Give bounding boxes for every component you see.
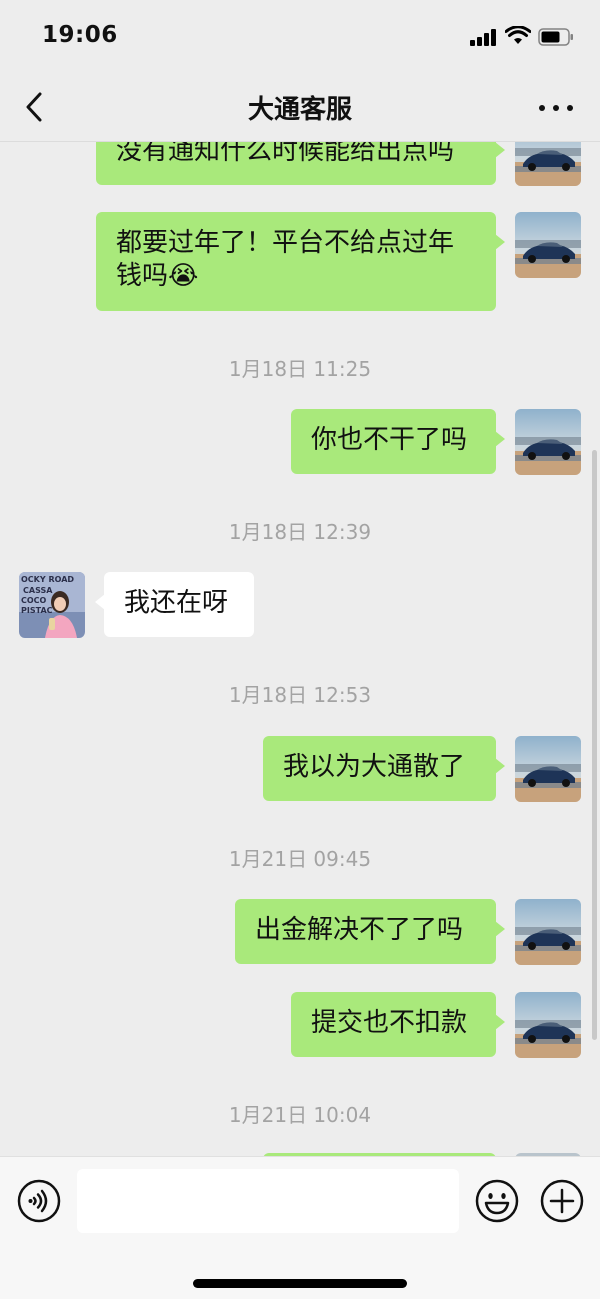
service-message-bubble[interactable]: 我还在呀 <box>95 572 254 637</box>
my-avatar[interactable] <box>515 992 581 1058</box>
my-message-bubble[interactable]: 都要过年了！平台不给点过年钱吗😭 <box>96 212 505 311</box>
my-avatar[interactable] <box>515 409 581 475</box>
my-message-bubble[interactable]: 没有通知什么时候能给出点吗 <box>96 142 505 185</box>
more-options-icon[interactable] <box>536 94 576 120</box>
status-bar: 19:06 <box>0 0 600 72</box>
battery-icon <box>538 28 573 46</box>
message-text: 你也不干了吗 <box>311 425 468 455</box>
nav-bar: 大通客服 <box>0 72 600 142</box>
input-bar <box>0 1156 600 1299</box>
message-input[interactable] <box>77 1169 459 1233</box>
service-avatar[interactable]: OCKY ROAD CASSA COCO PISTAC <box>19 572 85 638</box>
my-message-bubble[interactable]: 我以为大通散了 <box>263 736 505 801</box>
svg-text:COCO: COCO <box>21 596 47 605</box>
my-avatar[interactable] <box>515 899 581 965</box>
svg-text:PISTAC: PISTAC <box>21 606 53 615</box>
message-text: 没有通知什么时候能给出点吗 <box>116 142 455 166</box>
message-text: 我还在呀 <box>124 588 229 618</box>
my-message-bubble[interactable]: 你也不干了吗 <box>291 409 505 474</box>
home-indicator <box>193 1279 407 1288</box>
cellular-signal-icon <box>470 28 498 46</box>
svg-text:CASSA: CASSA <box>23 586 53 595</box>
status-time: 19:06 <box>42 22 118 48</box>
message-timestamp: 1月18日 11:25 <box>228 357 372 381</box>
add-attachment-icon[interactable] <box>540 1179 584 1223</box>
svg-text:OCKY ROAD: OCKY ROAD <box>21 575 74 584</box>
my-avatar[interactable] <box>515 212 581 278</box>
message-text: 出金解决不了了吗 <box>255 915 464 945</box>
message-timestamp: 1月18日 12:39 <box>228 520 372 544</box>
wifi-icon <box>505 26 531 44</box>
my-message-bubble[interactable]: 提交也不扣款 <box>291 992 505 1057</box>
my-message-bubble[interactable]: 出金解决不了了吗 <box>235 899 505 964</box>
emoji-icon[interactable] <box>475 1179 519 1223</box>
message-text: 都要过年了！平台不给点过年钱吗😭 <box>116 228 455 291</box>
message-timestamp: 1月21日 09:45 <box>228 847 372 871</box>
voice-input-icon[interactable] <box>17 1179 61 1223</box>
chat-area[interactable]: 没有通知什么时候能给出点吗 都要过年了！平台不给点过年钱吗😭 1月18日 11:… <box>0 142 600 1156</box>
chat-scrollbar[interactable] <box>592 450 597 1040</box>
my-avatar[interactable] <box>515 736 581 802</box>
message-timestamp: 1月21日 10:04 <box>228 1103 372 1127</box>
chat-title: 大通客服 <box>247 95 352 125</box>
message-text: 提交也不扣款 <box>311 1008 468 1038</box>
my-avatar[interactable] <box>515 142 581 186</box>
message-text: 我以为大通散了 <box>283 752 466 782</box>
message-timestamp: 1月18日 12:53 <box>228 683 372 707</box>
